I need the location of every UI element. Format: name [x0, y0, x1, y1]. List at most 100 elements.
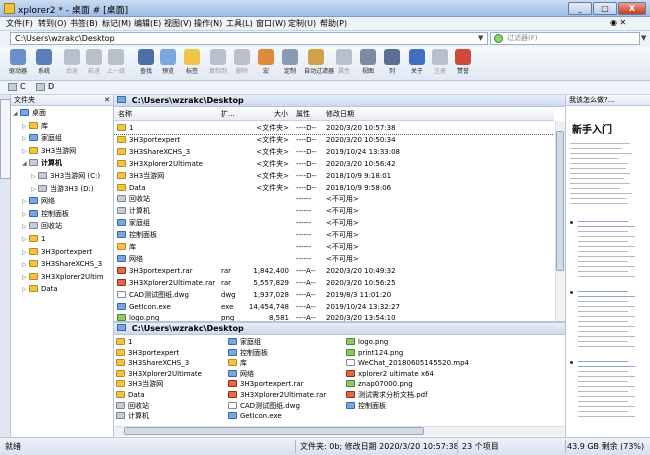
filter-input[interactable]: 过滤器(F) [490, 32, 640, 45]
toolbar-columns-button[interactable]: 列 [380, 48, 404, 80]
toolbar-view-button[interactable]: 视图 [356, 48, 380, 80]
list-item[interactable]: GetIcon.exe [228, 411, 282, 421]
list-item[interactable]: 3H3Xplorer2Ultimate [116, 369, 202, 379]
file-row[interactable]: GetIcon.exe exe 14,454,748 ----A-- 2019/10/2… [114, 301, 554, 313]
help-text-line[interactable] [578, 361, 628, 362]
tree-item[interactable]: ▷ 库 [22, 120, 48, 132]
column-attr[interactable]: 属性 [296, 109, 310, 119]
tree-item[interactable]: ▷ 1 [22, 233, 45, 245]
list-item[interactable]: 1 [116, 337, 132, 347]
tree-expander-icon[interactable]: ▷ [22, 259, 29, 271]
maximize-button[interactable]: □ [593, 2, 617, 15]
help-text-line[interactable] [578, 226, 635, 227]
address-input[interactable]: C:\Users\wzrakc\Desktop [10, 32, 488, 45]
menu-mark[interactable]: 标记(M) [102, 18, 131, 29]
tree-expander-icon[interactable]: ▷ [31, 184, 38, 196]
list-item[interactable]: 库 [228, 358, 247, 368]
address-dropdown-icon[interactable]: ▼ [478, 34, 483, 42]
file-row[interactable]: 计算机 ------ <不可用> [114, 205, 554, 217]
toolbar-customize-button[interactable]: 定制 [278, 48, 302, 80]
file-row[interactable]: 3H3Xplorer2Ultimate <文件夹> ----D-- 2020/3/20… [114, 158, 554, 170]
tree-expander-icon[interactable]: ▷ [22, 196, 29, 208]
list-item[interactable]: 测试需求分析文档.pdf [346, 390, 428, 400]
menu-close-tab-icon[interactable]: ◉ ✕ [610, 18, 626, 27]
list-item[interactable]: 3H3Xplorer2Ultimate.rar [228, 390, 326, 400]
toolbar-properties-button[interactable]: 属性 [332, 48, 356, 80]
file-row[interactable]: 回收站 ------ <不可用> [114, 193, 554, 205]
toolbar-macro-button[interactable]: 宏 [254, 48, 278, 80]
toolbar-praise-button[interactable]: 赞誉 [451, 48, 475, 80]
tree-item[interactable]: ▷ 3H3ShareXCHS_3 [22, 258, 102, 270]
help-text-line[interactable] [578, 366, 635, 367]
tree-item[interactable]: ▷ 3H3当游网 [22, 145, 76, 157]
list-item[interactable]: 3H3ShareXCHS_3 [116, 358, 189, 368]
toolbar-tab-button[interactable]: 标签 [180, 48, 204, 80]
list-item[interactable]: 3H3当游网 [116, 379, 163, 389]
file-row[interactable]: 3H3portexpert.rar rar 1,842,400 ----A-- 2020… [114, 265, 554, 277]
list-item[interactable]: 控制面板 [346, 401, 386, 411]
toolbar-system-button[interactable]: 系统 [32, 48, 56, 80]
menu-view[interactable]: 视图(V) [164, 18, 192, 29]
toolbar-back-button[interactable]: 后退 [60, 48, 84, 80]
tree-expander-icon[interactable]: ▷ [22, 121, 29, 133]
toolbar-delete-button[interactable]: 删除 [230, 48, 254, 80]
file-row[interactable]: 1 <文件夹> ----D-- 2020/3/20 10:57:38 [114, 122, 554, 135]
mini-tree-tab[interactable] [0, 99, 11, 179]
toolbar-copy-button[interactable]: 复制到 [206, 48, 230, 80]
menu-goto[interactable]: 转到(O) [38, 18, 67, 29]
toolbar-filter-button[interactable]: 自动过滤器 [304, 48, 334, 80]
file-row[interactable]: 3H3portexpert <文件夹> ----D-- 2020/3/20 10:50… [114, 134, 554, 146]
tree-item[interactable]: ▷ 控制面板 [22, 208, 69, 220]
tree-expander-icon[interactable]: ▷ [22, 221, 29, 233]
file-row[interactable]: CAD测试图纸.dwg dwg 1,937,028 ----A-- 2019/8/3 1… [114, 289, 554, 301]
tree-item[interactable]: ▷ 回收站 [22, 220, 62, 232]
tree-item[interactable]: ▷ Data [22, 283, 58, 295]
help-text-line[interactable] [578, 296, 635, 297]
tree-item[interactable]: ▷ 当游3H3 (D:) [31, 183, 94, 195]
toolbar-register-button[interactable]: 注册 [428, 48, 452, 80]
list-item[interactable]: 网络 [228, 369, 254, 379]
list-item[interactable]: 3H3portexpert.rar [228, 379, 304, 389]
file-row[interactable]: 控制面板 ------ <不可用> [114, 229, 554, 241]
toolbar-binoculars-button[interactable]: 查找 [134, 48, 158, 80]
tree-expander-icon[interactable]: ▷ [22, 284, 29, 296]
column-size[interactable]: 大小 [274, 109, 288, 119]
filter-dropdown-icon[interactable]: ▼ [641, 34, 646, 42]
menu-customize[interactable]: 定制(U) [288, 18, 316, 29]
list-item[interactable]: logo.png [346, 337, 388, 347]
help-text-line[interactable] [578, 221, 628, 222]
toolbar-help-button[interactable]: 关于 [405, 48, 429, 80]
list-item[interactable]: xplorer2 ultimate x64 [346, 369, 434, 379]
tree-item[interactable]: ▷ 3H3Xplorer2Ultim [22, 271, 104, 283]
tree-expander-icon[interactable]: ▷ [22, 247, 29, 259]
file-row[interactable]: 家庭组 ------ <不可用> [114, 217, 554, 229]
tree-item[interactable]: ▷ 家庭组 [22, 132, 62, 144]
tree-expander-icon[interactable]: ▷ [22, 133, 29, 145]
menu-help[interactable]: 帮助(P) [320, 18, 347, 29]
list-item[interactable]: 计算机 [116, 411, 149, 421]
tree-item[interactable]: ▷ 3H3当游网 (C:) [31, 170, 100, 182]
menu-window[interactable]: 窗口(W) [256, 18, 286, 29]
tree-expander-icon[interactable]: ◢ [13, 108, 20, 120]
toolbar-up-button[interactable]: 上一级 [104, 48, 128, 80]
list-item[interactable]: 回收站 [116, 401, 149, 411]
tree-expander-icon[interactable]: ◢ [22, 158, 29, 170]
drive-c[interactable]: C [20, 82, 26, 91]
tree-expander-icon[interactable]: ▷ [22, 209, 29, 221]
file-row[interactable]: 3H3当游网 <文件夹> ----D-- 2018/10/9 9:18:01 [114, 170, 554, 182]
tree-expander-icon[interactable]: ▷ [31, 171, 38, 183]
drive-d[interactable]: D [48, 82, 54, 91]
list-item[interactable]: Data [116, 390, 145, 400]
tree-item[interactable]: ▷ 3H3portexpert [22, 246, 92, 258]
toolbar-drive-button[interactable]: 驱动器 [6, 48, 30, 80]
tree-expander-icon[interactable]: ▷ [22, 146, 29, 158]
list-item[interactable]: CAD测试图纸.dwg [228, 401, 300, 411]
tree-item[interactable]: ▷ 网络 [22, 195, 55, 207]
file-row[interactable]: logo.png png 8,581 ----A-- 2020/3/20 13:54:1… [114, 312, 554, 321]
list-item[interactable]: WeChat_20180605145520.mp4 [346, 358, 469, 368]
menu-bookmarks[interactable]: 书签(B) [70, 18, 98, 29]
column-name[interactable]: 名称 [118, 109, 132, 119]
list-item[interactable]: 3H3portexpert [116, 348, 179, 358]
tree-expander-icon[interactable]: ▷ [22, 272, 29, 284]
minimize-button[interactable]: _ [568, 2, 592, 15]
